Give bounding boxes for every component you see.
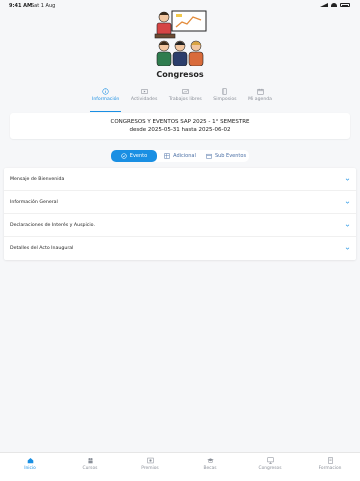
event-name: CONGRESOS Y EVENTOS SAP 2025 - 1° SEMEST… xyxy=(110,119,250,125)
activities-icon xyxy=(140,89,148,94)
tab-label: Actividades xyxy=(130,97,158,102)
nav-congresos[interactable]: Congresos xyxy=(240,453,300,481)
accordion-label: Detalles del Acto Inaugural xyxy=(10,246,74,251)
segment-sub-eventos[interactable]: Sub Eventos xyxy=(203,150,249,162)
tab-label: Trabajos libres xyxy=(168,97,202,102)
tab-simposios[interactable]: Simposios xyxy=(213,86,237,110)
nav-inicio[interactable]: Inicio xyxy=(0,453,60,481)
calendar-icon xyxy=(256,88,264,95)
nav-label: Congresos xyxy=(258,466,282,471)
segment-label: Adicional xyxy=(173,153,196,159)
nav-label: Inicio xyxy=(24,466,36,471)
info-icon xyxy=(102,88,109,95)
accordion-label: Información General xyxy=(10,199,58,205)
tab-label: Simposios xyxy=(213,97,237,102)
tab-actividades[interactable]: Actividades xyxy=(130,86,158,110)
status-date: Sat 1 Aug xyxy=(31,3,56,9)
bottom-nav: Inicio Cursos Premios Becas Congresos Fo… xyxy=(0,452,360,481)
people-icon xyxy=(87,458,93,464)
grad-icon xyxy=(206,458,214,464)
status-icons xyxy=(320,3,350,7)
tab-label: Mi agenda xyxy=(248,97,272,102)
event-dates: desde 2025-05-31 hasta 2025-06-02 xyxy=(129,127,231,133)
check-circle-icon xyxy=(121,153,127,159)
tab-bar: Información Actividades Trabajos libres … xyxy=(89,86,272,112)
battery-icon xyxy=(340,3,350,7)
tab-mi-agenda[interactable]: Mi agenda xyxy=(248,86,272,110)
tab-trabajos-libres[interactable]: Trabajos libres xyxy=(169,86,202,110)
presentation-illustration xyxy=(154,10,207,66)
page-title: Congresos xyxy=(156,70,204,79)
nav-label: Formacion xyxy=(318,466,342,471)
tab-label: Información xyxy=(92,97,120,102)
segment-adicional[interactable]: Adicional xyxy=(157,150,203,162)
segmented-control: Evento Adicional Sub Eventos xyxy=(111,150,249,162)
accordion-item-informacion-general[interactable]: Información General xyxy=(4,191,356,214)
chevron-down-icon xyxy=(345,201,350,204)
segment-label: Evento xyxy=(129,153,148,159)
event-card: CONGRESOS Y EVENTOS SAP 2025 - 1° SEMEST… xyxy=(10,113,350,139)
nav-premios[interactable]: Premios xyxy=(120,453,180,481)
segment-label: Sub Eventos xyxy=(214,153,247,159)
nav-cursos[interactable]: Cursos xyxy=(60,453,120,481)
chevron-down-icon xyxy=(345,178,350,181)
chevron-down-icon xyxy=(345,224,350,227)
presentation-icon xyxy=(266,457,274,464)
status-time: 9:41 AM xyxy=(9,3,33,9)
accordion-item-acto-inaugural[interactable]: Detalles del Acto Inaugural xyxy=(4,237,356,260)
info-accordion: Mensaje de Bienvenida Información Genera… xyxy=(4,168,356,260)
segment-evento[interactable]: Evento xyxy=(111,150,157,162)
nav-becas[interactable]: Becas xyxy=(180,453,240,481)
nav-label: Premios xyxy=(141,466,159,471)
accordion-item-bienvenida[interactable]: Mensaje de Bienvenida xyxy=(4,168,356,191)
chevron-down-icon xyxy=(345,247,350,250)
award-icon xyxy=(146,457,154,464)
accordion-item-declaraciones[interactable]: Declaraciones de Interés y Auspicio. xyxy=(4,214,356,237)
book-icon xyxy=(222,88,227,95)
tab-informacion[interactable]: Información xyxy=(89,86,122,112)
nav-label: Cursos xyxy=(82,466,98,471)
accordion-label: Declaraciones de Interés y Auspicio. xyxy=(10,222,95,228)
accordion-label: Mensaje de Bienvenida xyxy=(10,176,65,182)
nav-label: Becas xyxy=(203,466,217,471)
chart-icon xyxy=(182,89,189,94)
wifi-icon xyxy=(331,3,337,7)
notebook-icon xyxy=(327,457,333,464)
home-icon xyxy=(27,458,33,464)
grid-icon xyxy=(164,153,170,159)
calendar-icon xyxy=(206,153,212,159)
nav-formacion[interactable]: Formacion xyxy=(300,453,360,481)
signal-icon xyxy=(320,3,328,7)
